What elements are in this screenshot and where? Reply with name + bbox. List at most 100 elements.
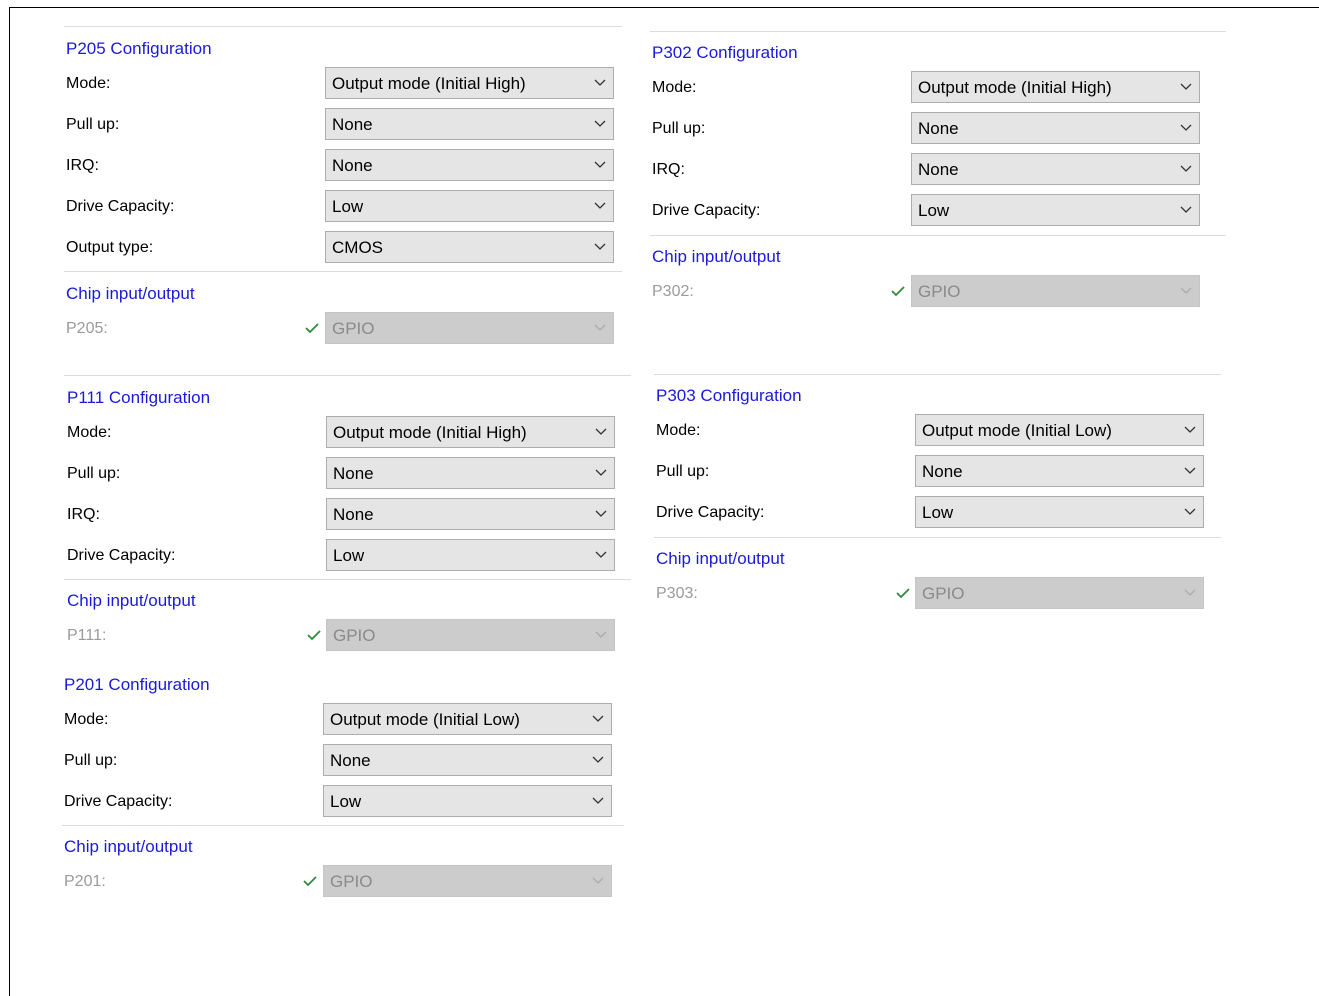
panel-heading: P303 Configuration xyxy=(656,386,802,405)
irq-select[interactable]: None xyxy=(911,153,1200,185)
pin-function-select: GPIO xyxy=(323,865,612,897)
pin-function-select: GPIO xyxy=(325,312,614,344)
chevron-down-icon xyxy=(594,324,606,331)
checkmark-icon xyxy=(891,286,905,297)
pull-up-select[interactable]: None xyxy=(911,112,1200,144)
separator xyxy=(64,579,631,580)
panel-heading: P111 Configuration xyxy=(67,388,211,407)
separator xyxy=(650,31,1226,32)
field-label-output-type: Output type: xyxy=(66,239,154,256)
pin-label: P201: xyxy=(64,873,106,890)
drive-capacity-select[interactable]: Low xyxy=(915,496,1204,528)
drive-capacity-select-value: Low xyxy=(918,201,950,220)
chip-io-heading: Chip input/output xyxy=(67,591,196,610)
separator xyxy=(654,374,1221,375)
panel-heading: P205 Configuration xyxy=(66,39,212,58)
irq-select[interactable]: None xyxy=(326,498,615,530)
chevron-down-icon xyxy=(1184,467,1196,474)
separator xyxy=(64,26,622,27)
chevron-down-icon xyxy=(594,202,606,209)
pin-label: P205: xyxy=(66,320,108,337)
chip-io-heading: Chip input/output xyxy=(656,549,785,568)
mode-select-value: Output mode (Initial Low) xyxy=(330,710,520,729)
drive-capacity-select[interactable]: Low xyxy=(325,190,614,222)
mode-select-value: Output mode (Initial High) xyxy=(918,78,1112,97)
mode-select-value: Output mode (Initial High) xyxy=(332,74,526,93)
output-type-select[interactable]: CMOS xyxy=(325,231,614,263)
drive-capacity-select[interactable]: Low xyxy=(323,785,612,817)
field-label-mode: Mode: xyxy=(66,75,111,92)
chevron-down-icon xyxy=(595,631,607,638)
mode-select-value: Output mode (Initial High) xyxy=(333,423,527,442)
chevron-down-icon xyxy=(592,756,604,763)
pull-up-select[interactable]: None xyxy=(915,455,1204,487)
field-label-drive-capacity: Drive Capacity: xyxy=(67,547,176,564)
mode-select[interactable]: Output mode (Initial High) xyxy=(325,67,614,99)
drive-capacity-select[interactable]: Low xyxy=(911,194,1200,226)
chevron-down-icon xyxy=(595,551,607,558)
field-label-drive-capacity: Drive Capacity: xyxy=(66,198,175,215)
pull-up-select-value: None xyxy=(332,115,373,134)
mode-select[interactable]: Output mode (Initial Low) xyxy=(915,414,1204,446)
irq-select[interactable]: None xyxy=(325,149,614,181)
chevron-down-icon xyxy=(1184,426,1196,433)
chevron-down-icon xyxy=(1180,165,1192,172)
field-label-drive-capacity: Drive Capacity: xyxy=(652,202,761,219)
chevron-down-icon xyxy=(592,877,604,884)
chevron-down-icon xyxy=(1180,206,1192,213)
field-label-mode: Mode: xyxy=(64,711,109,728)
field-label-mode: Mode: xyxy=(67,424,112,441)
field-label-pull-up: Pull up: xyxy=(656,463,710,480)
chevron-down-icon xyxy=(1180,287,1192,294)
chevron-down-icon xyxy=(592,797,604,804)
separator xyxy=(64,271,622,272)
chevron-down-icon xyxy=(595,510,607,517)
field-label-pull-up: Pull up: xyxy=(64,752,118,769)
field-label-pull-up: Pull up: xyxy=(67,465,121,482)
irq-select-value: None xyxy=(333,505,374,524)
pin-function-value: GPIO xyxy=(330,872,373,891)
chevron-down-icon xyxy=(1180,83,1192,90)
mode-select[interactable]: Output mode (Initial High) xyxy=(911,71,1200,103)
pull-up-select-value: None xyxy=(333,464,374,483)
output-type-select-value: CMOS xyxy=(332,238,383,257)
pin-function-select: GPIO xyxy=(911,275,1200,307)
chevron-down-icon xyxy=(594,243,606,250)
chip-io-heading: Chip input/output xyxy=(652,247,781,266)
chevron-down-icon xyxy=(595,469,607,476)
pin-label: P303: xyxy=(656,585,698,602)
pull-up-select[interactable]: None xyxy=(326,457,615,489)
checkmark-icon xyxy=(303,876,317,887)
field-label-drive-capacity: Drive Capacity: xyxy=(64,793,173,810)
pull-up-select-value: None xyxy=(330,751,371,770)
panel-heading: P201 Configuration xyxy=(64,675,210,694)
checkmark-icon xyxy=(896,588,910,599)
irq-select-value: None xyxy=(332,156,373,175)
mode-select-value: Output mode (Initial Low) xyxy=(922,421,1112,440)
chevron-down-icon xyxy=(594,161,606,168)
field-label-irq: IRQ: xyxy=(67,506,100,523)
checkmark-icon xyxy=(305,323,319,334)
pin-label: P302: xyxy=(652,283,694,300)
pull-up-select[interactable]: None xyxy=(325,108,614,140)
chevron-down-icon xyxy=(1180,124,1192,131)
pin-function-value: GPIO xyxy=(922,584,965,603)
pin-function-select: GPIO xyxy=(915,577,1204,609)
mode-select[interactable]: Output mode (Initial High) xyxy=(326,416,615,448)
separator xyxy=(64,375,631,376)
separator xyxy=(654,537,1221,538)
panel-heading: P302 Configuration xyxy=(652,43,798,62)
chevron-down-icon xyxy=(592,715,604,722)
separator xyxy=(62,825,624,826)
pull-up-select[interactable]: None xyxy=(323,744,612,776)
chevron-down-icon xyxy=(1184,589,1196,596)
chevron-down-icon xyxy=(594,120,606,127)
chevron-down-icon xyxy=(595,428,607,435)
separator xyxy=(650,235,1226,236)
field-label-mode: Mode: xyxy=(656,422,701,439)
chip-io-heading: Chip input/output xyxy=(66,284,195,303)
mode-select[interactable]: Output mode (Initial Low) xyxy=(323,703,612,735)
drive-capacity-select[interactable]: Low xyxy=(326,539,615,571)
pin-function-value: GPIO xyxy=(333,626,376,645)
checkmark-icon xyxy=(307,630,321,641)
